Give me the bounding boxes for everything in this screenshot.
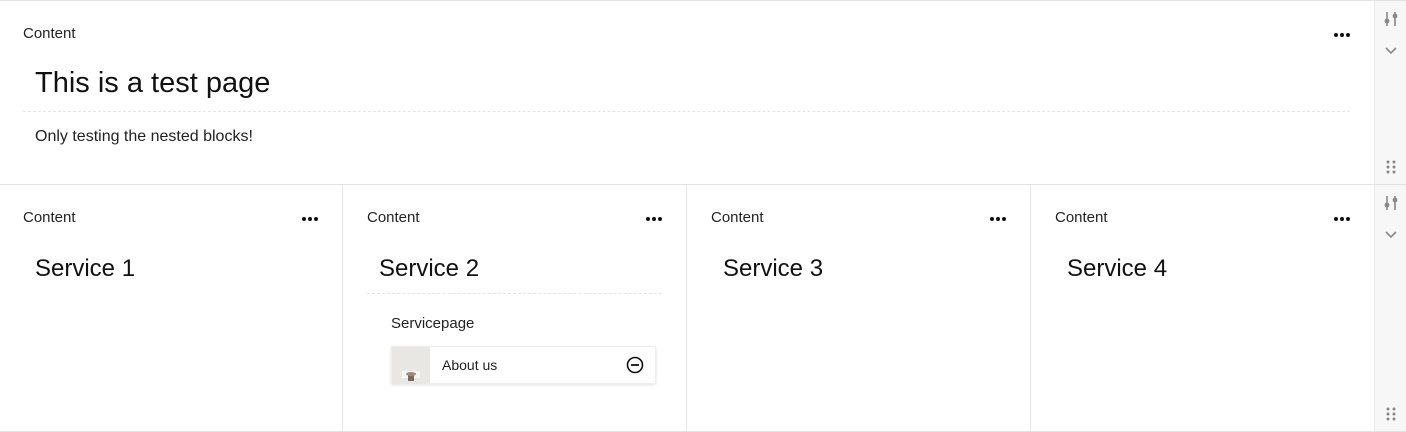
settings-sliders-icon[interactable] xyxy=(1384,12,1398,26)
page-thumbnail xyxy=(392,346,430,384)
block-label: Content xyxy=(1055,209,1108,226)
page-section-top: Content This is a test page Only testing… xyxy=(0,0,1406,185)
subheading[interactable]: Servicepage xyxy=(391,315,474,332)
content-block-top[interactable]: Content This is a test page Only testing… xyxy=(0,1,1374,185)
divider xyxy=(23,111,1350,112)
remove-circle-icon xyxy=(626,356,644,374)
more-dots-icon xyxy=(990,217,1006,221)
remove-link-button[interactable] xyxy=(625,355,645,375)
more-options-button[interactable] xyxy=(300,211,320,227)
service-title[interactable]: Service 1 xyxy=(35,255,135,283)
page-title[interactable]: This is a test page xyxy=(35,67,270,100)
block-label: Content xyxy=(367,209,420,226)
block-label: Content xyxy=(711,209,764,226)
divider xyxy=(367,293,662,294)
chevron-down-icon[interactable] xyxy=(1384,44,1398,58)
more-options-button[interactable] xyxy=(644,211,664,227)
more-dots-icon xyxy=(302,217,318,221)
linked-page-card[interactable]: About us xyxy=(391,346,656,384)
body-text[interactable]: Only testing the nested blocks! xyxy=(35,128,253,146)
service-title[interactable]: Service 2 xyxy=(379,255,479,283)
more-options-button[interactable] xyxy=(1332,211,1352,227)
service-title[interactable]: Service 4 xyxy=(1067,255,1167,283)
more-dots-icon xyxy=(646,217,662,221)
row-toolbar xyxy=(1374,1,1406,185)
column-block-3[interactable]: Content Service 3 xyxy=(687,185,1031,431)
more-options-button[interactable] xyxy=(988,211,1008,227)
more-options-button[interactable] xyxy=(1332,27,1352,43)
settings-sliders-icon[interactable] xyxy=(1384,196,1398,210)
page-section-columns: Content Service 1 Content Service 2 Serv… xyxy=(0,184,1406,432)
link-title[interactable]: About us xyxy=(442,357,625,373)
drag-handle-icon[interactable] xyxy=(1384,407,1398,421)
row-toolbar xyxy=(1374,185,1406,431)
more-dots-icon xyxy=(1334,217,1350,221)
block-label: Content xyxy=(23,209,76,226)
chevron-down-icon[interactable] xyxy=(1384,228,1398,242)
block-label: Content xyxy=(23,25,76,42)
more-dots-icon xyxy=(1334,33,1350,37)
drag-handle-icon[interactable] xyxy=(1384,160,1398,174)
service-title[interactable]: Service 3 xyxy=(723,255,823,283)
column-block-1[interactable]: Content Service 1 xyxy=(0,185,343,431)
column-block-2[interactable]: Content Service 2 Servicepage About us xyxy=(343,185,687,431)
column-block-4[interactable]: Content Service 4 xyxy=(1031,185,1374,431)
